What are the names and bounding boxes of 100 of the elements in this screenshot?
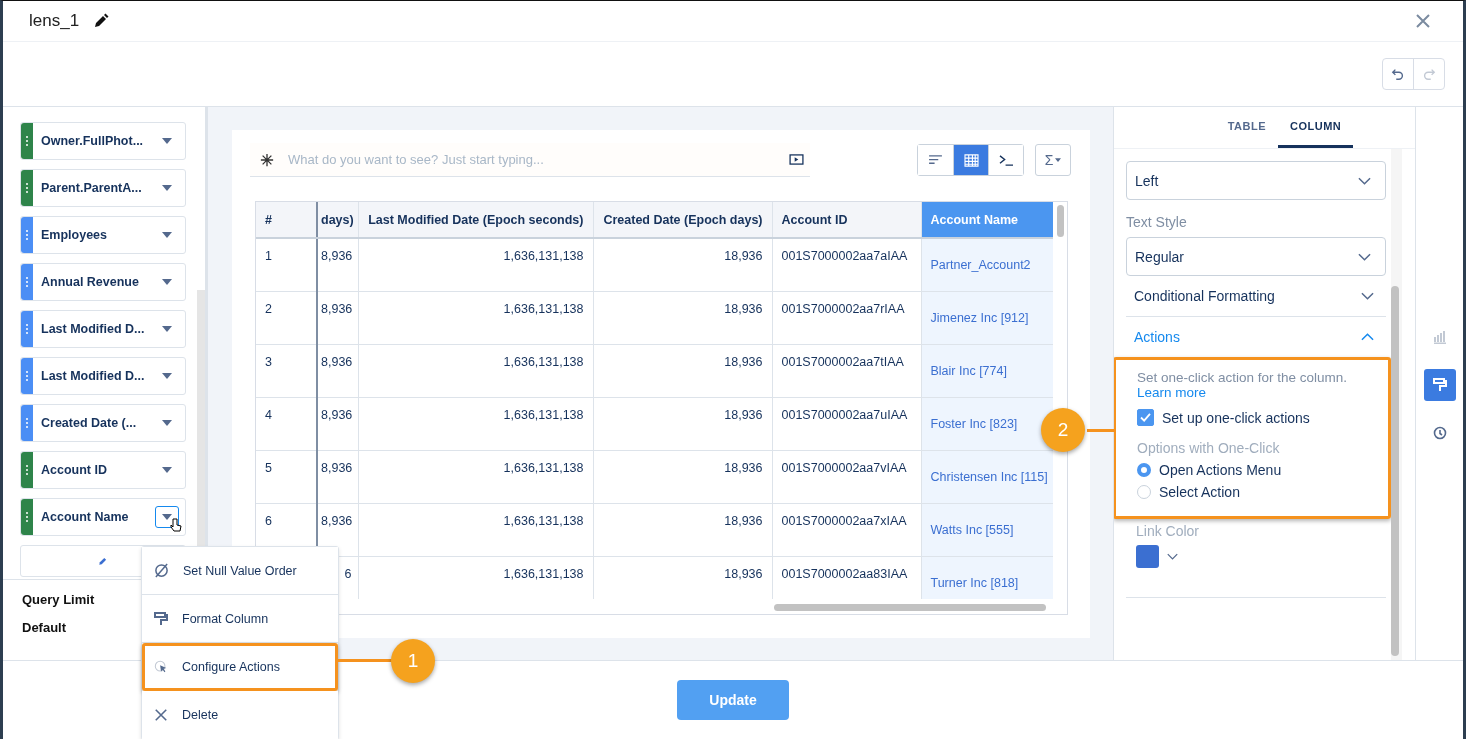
sparkle-icon bbox=[260, 152, 274, 167]
play-icon[interactable] bbox=[789, 154, 804, 165]
radio-label: Open Actions Menu bbox=[1159, 462, 1282, 478]
checkbox-label: Set up one-click actions bbox=[1162, 409, 1310, 426]
caret-icon bbox=[162, 373, 172, 379]
scrollbar[interactable] bbox=[774, 604, 1046, 611]
checkmark-icon bbox=[1140, 413, 1151, 422]
field-label: Last Modified D... bbox=[41, 322, 145, 336]
search-input[interactable]: What do you want to see? Just start typing... bbox=[286, 151, 777, 168]
scrollbar[interactable] bbox=[1391, 286, 1399, 656]
setting-label: Query Limit bbox=[22, 592, 96, 607]
grip-handle[interactable] bbox=[21, 405, 33, 441]
section-header[interactable]: Conditional Formatting bbox=[1126, 276, 1386, 317]
column-header[interactable]: days) bbox=[317, 202, 358, 238]
table-cell: 8,936 bbox=[321, 460, 353, 475]
search-field[interactable]: What do you want to see? Just start typing... bbox=[250, 143, 810, 177]
grip-handle[interactable] bbox=[21, 264, 33, 300]
table-cell: 001S7000002aa83IAA bbox=[781, 566, 908, 581]
color-swatch[interactable] bbox=[1136, 545, 1159, 568]
menu-item[interactable]: Delete bbox=[142, 691, 338, 739]
close-icon[interactable] bbox=[1415, 13, 1431, 29]
view-toggle[interactable] bbox=[988, 145, 1023, 175]
field-pill[interactable]: Last Modified D... bbox=[20, 357, 186, 395]
table-cell: 8,936 bbox=[321, 513, 353, 528]
column-header[interactable]: Account ID bbox=[772, 202, 921, 238]
radio-label: Select Action bbox=[1159, 484, 1240, 500]
radio-button[interactable] bbox=[1137, 463, 1151, 477]
grip-handle[interactable] bbox=[21, 123, 33, 159]
grip-handle[interactable] bbox=[21, 358, 33, 394]
chevron-icon bbox=[1361, 292, 1374, 300]
learn-more-link[interactable]: Learn more bbox=[1137, 385, 1207, 400]
field-pill[interactable]: Account Name bbox=[20, 498, 186, 536]
table-cell: 18,936 bbox=[724, 354, 763, 369]
field-pill[interactable]: Owner.FullPhot... bbox=[20, 122, 186, 160]
field-pill[interactable]: Created Date (... bbox=[20, 404, 186, 442]
account-link[interactable]: Watts Inc [555] bbox=[930, 522, 1014, 537]
field-label: Account Name bbox=[41, 510, 129, 524]
caret-icon bbox=[162, 138, 172, 144]
table-cell: 1 bbox=[265, 249, 272, 263]
field-pill[interactable]: Account ID bbox=[20, 451, 186, 489]
callout-number: 1 bbox=[391, 639, 435, 683]
paint-roller-button[interactable] bbox=[1423, 369, 1456, 401]
paint-roller-icon bbox=[1432, 378, 1447, 392]
radio-button[interactable] bbox=[1137, 485, 1151, 499]
table-cell: 1,636,131,138 bbox=[503, 407, 584, 422]
caret-icon bbox=[1055, 158, 1062, 162]
scrollbar[interactable] bbox=[1057, 205, 1064, 237]
window-title: lens_1 bbox=[29, 11, 80, 31]
field-label: Employees bbox=[41, 228, 107, 242]
table-cell: 3 bbox=[265, 354, 272, 369]
setting-label: Default bbox=[22, 620, 68, 635]
account-link[interactable]: Foster Inc [823] bbox=[930, 416, 1018, 431]
summary-button[interactable]: Σ bbox=[1035, 144, 1071, 176]
chevron-icon bbox=[1361, 333, 1374, 341]
table-cell: 001S7000002aa7rIAA bbox=[781, 301, 905, 316]
options-label: Options with One-Click bbox=[1137, 440, 1281, 456]
field-label: Link Color bbox=[1136, 523, 1201, 539]
menu-item[interactable]: Configure Actions bbox=[142, 643, 338, 691]
lines-icon bbox=[928, 154, 943, 166]
checkbox[interactable] bbox=[1137, 409, 1154, 426]
field-pill[interactable]: Last Modified D... bbox=[20, 310, 186, 348]
field-pill[interactable]: Parent.ParentA... bbox=[20, 169, 186, 207]
chevron-icon[interactable] bbox=[1167, 553, 1178, 560]
field-label: Last Modified D... bbox=[41, 369, 145, 383]
text-style-select[interactable]: Regular bbox=[1126, 237, 1386, 276]
grip-handle[interactable] bbox=[21, 452, 33, 488]
field-pill[interactable]: Employees bbox=[20, 216, 186, 254]
table-icon bbox=[963, 153, 979, 167]
table-cell: 6 bbox=[265, 513, 272, 528]
table-cell: 8,936 bbox=[321, 249, 353, 263]
account-link[interactable]: Blair Inc [774] bbox=[930, 363, 1007, 378]
grip-handle[interactable] bbox=[21, 217, 33, 253]
menu-item[interactable]: Set Null Value Order bbox=[142, 547, 338, 595]
description-text: Set one-click action for the column. bbox=[1137, 370, 1349, 385]
field-pill[interactable]: Annual Revenue bbox=[20, 263, 186, 301]
table-cell: 18,936 bbox=[724, 460, 763, 475]
table-cell: 001S7000002aa7uIAA bbox=[781, 407, 908, 422]
click-icon bbox=[154, 659, 168, 674]
column-header[interactable]: # bbox=[256, 202, 317, 238]
caret-icon bbox=[162, 420, 172, 426]
panel-tab[interactable]: TABLE bbox=[1215, 107, 1279, 148]
grip-handle[interactable] bbox=[21, 311, 33, 347]
table-cell: 5 bbox=[265, 460, 272, 475]
section-header[interactable]: Actions bbox=[1126, 317, 1386, 357]
view-toggle[interactable] bbox=[953, 145, 988, 175]
grip-handle[interactable] bbox=[21, 499, 33, 535]
caret-icon bbox=[162, 514, 172, 520]
null-icon bbox=[154, 563, 169, 578]
table-cell: 4 bbox=[265, 407, 272, 422]
panel-tab[interactable]: COLUMN bbox=[1278, 107, 1354, 148]
table-cell: 18,936 bbox=[724, 301, 763, 316]
field-label: Parent.ParentA... bbox=[41, 181, 142, 195]
table-cell: 8,936 bbox=[321, 407, 353, 422]
menu-item[interactable]: Format Column bbox=[142, 595, 338, 643]
column-header[interactable]: Created Date (Epoch days) bbox=[593, 202, 772, 238]
alignment-select[interactable]: Left bbox=[1126, 161, 1386, 200]
column-header[interactable]: Last Modified Date (Epoch seconds) bbox=[358, 202, 593, 238]
grip-handle[interactable] bbox=[21, 170, 33, 206]
caret-icon bbox=[162, 467, 172, 473]
pencil-icon[interactable] bbox=[93, 13, 110, 29]
